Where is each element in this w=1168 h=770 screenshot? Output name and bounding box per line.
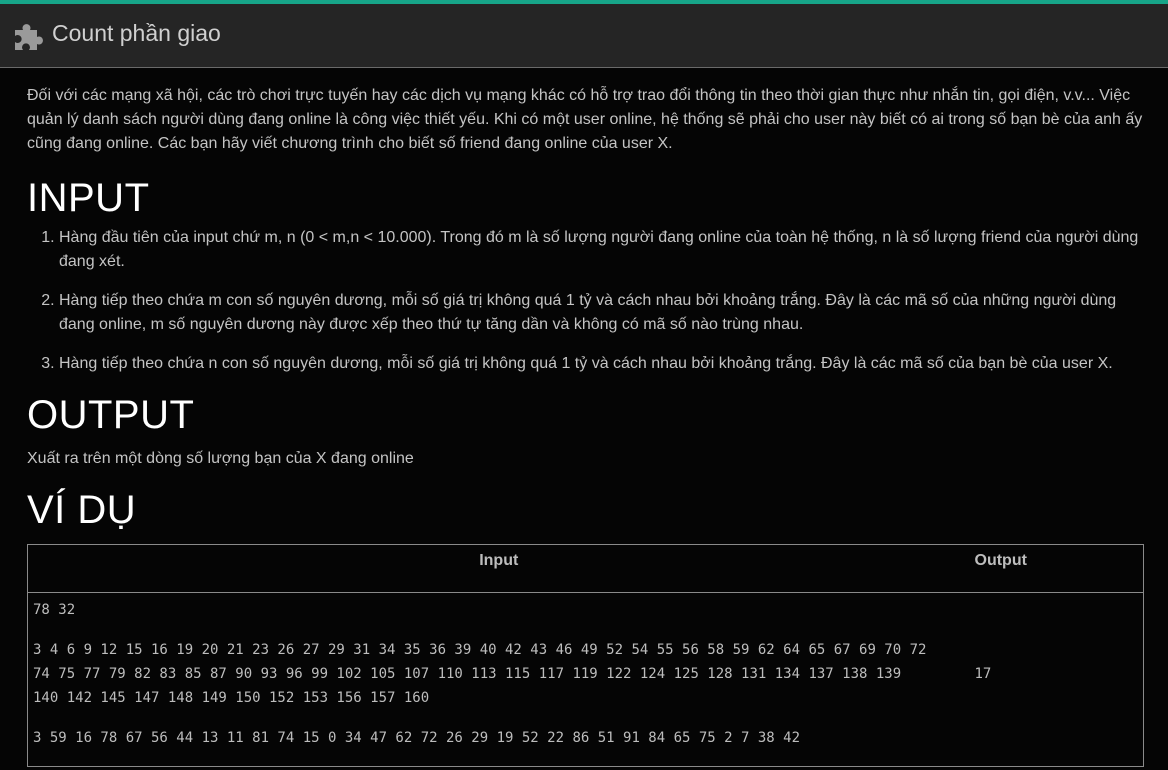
page-header: Count phần giao: [0, 4, 1168, 68]
problem-description: Đối với các mạng xã hội, các trò chơi tr…: [27, 87, 1143, 152]
input-line-1: 78 32: [33, 602, 76, 618]
example-table-header-row: Input Output: [27, 544, 1144, 593]
example-input-cell: 78 32 3 4 6 9 12 15 16 19 20 21 23 26 27…: [28, 593, 970, 767]
output-heading: OUTPUT: [27, 393, 195, 437]
input-heading: INPUT: [27, 176, 150, 220]
output-description: Xuất ra trên một dòng số lượng bạn của X…: [27, 450, 414, 467]
input-line-3: 3 59 16 78 67 56 44 13 11 81 74 15 0 34 …: [33, 730, 801, 746]
page-title: Count phần giao: [52, 20, 221, 46]
puzzle-piece-icon: [15, 24, 43, 50]
input-line-2: 3 4 6 9 12 15 16 19 20 21 23 26 27 29 31…: [33, 642, 927, 706]
example-heading: VÍ DỤ: [27, 488, 137, 532]
column-header-output: Output: [969, 544, 1144, 593]
problem-content: Đối với các mạng xã hội, các trò chơi tr…: [27, 84, 1147, 767]
input-spec-item: Hàng tiếp theo chứa n con số nguyên dươn…: [59, 352, 1147, 376]
table-row: 78 32 3 4 6 9 12 15 16 19 20 21 23 26 27…: [28, 593, 1144, 767]
input-spec-list: Hàng đầu tiên của input chứ m, n (0 < m,…: [27, 226, 1147, 376]
example-output-cell: 17: [974, 666, 992, 682]
example-table: Input Output 78 32 3 4 6 9 12 15 16 19 2…: [27, 544, 1144, 767]
input-spec-item: Hàng đầu tiên của input chứ m, n (0 < m,…: [59, 226, 1147, 274]
column-header-input: Input: [27, 544, 970, 593]
input-spec-item: Hàng tiếp theo chứa m con số nguyên dươn…: [59, 289, 1147, 337]
